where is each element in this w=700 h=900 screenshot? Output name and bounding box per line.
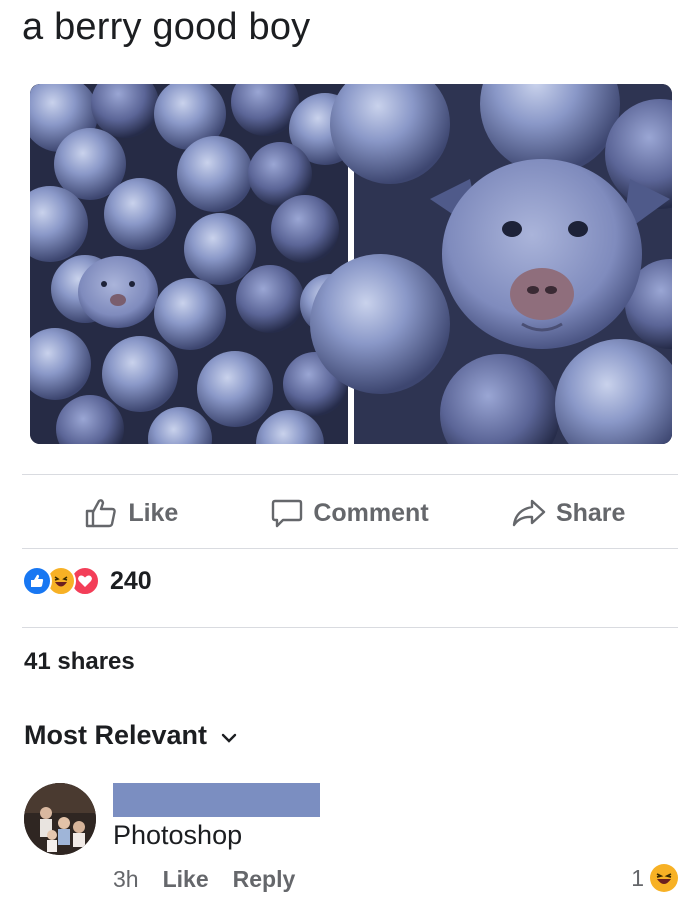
comment-reaction-count: 1 <box>631 864 644 891</box>
share-label: Share <box>555 498 626 527</box>
commenter-avatar[interactable] <box>24 783 96 855</box>
like-label: Like <box>128 498 179 527</box>
sort-label: Most Relevant <box>24 720 208 750</box>
blueberry-dog-image <box>30 84 672 444</box>
reaction-count: 240 <box>110 566 152 595</box>
comment-reaction-summary[interactable]: 1 <box>631 864 678 892</box>
divider-bottom <box>22 548 678 549</box>
comment-bubble-icon <box>271 498 303 528</box>
haha-emoji-icon <box>650 864 678 892</box>
comment-reply-link[interactable]: Reply <box>233 866 296 893</box>
post-photo[interactable] <box>30 84 672 444</box>
comment-timestamp[interactable]: 3h <box>113 866 139 893</box>
post-caption: a berry good boy <box>22 6 311 48</box>
like-reaction-icon <box>22 566 52 596</box>
divider-top <box>22 474 678 475</box>
comment-sort-dropdown[interactable]: Most Relevant <box>24 720 237 751</box>
post-action-bar: Like Comment Share <box>22 478 678 548</box>
share-count[interactable]: 41 shares <box>24 648 135 676</box>
chevron-down-icon <box>221 720 237 751</box>
comment-label: Comment <box>313 498 429 527</box>
share-button[interactable]: Share <box>459 498 678 528</box>
comment-button[interactable]: Comment <box>241 498 460 528</box>
reactions-summary[interactable]: 240 <box>22 566 152 596</box>
divider-shares <box>22 627 678 628</box>
share-arrow-icon <box>512 498 546 528</box>
commenter-name-redacted <box>113 783 320 817</box>
comment-meta: 3h Like Reply <box>113 866 295 893</box>
comment-text: Photoshop <box>113 820 243 850</box>
like-button[interactable]: Like <box>22 497 241 529</box>
comment-like-link[interactable]: Like <box>163 866 209 893</box>
thumbs-up-icon <box>84 497 118 529</box>
